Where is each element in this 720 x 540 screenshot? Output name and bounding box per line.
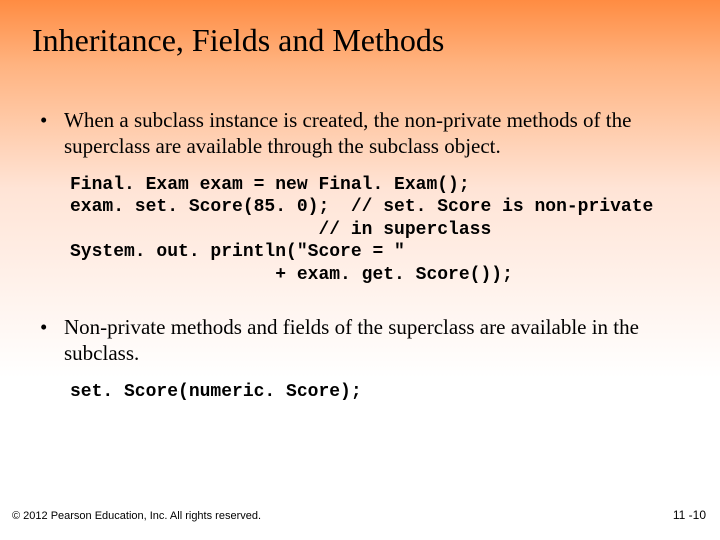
bullet-item: Non-private methods and fields of the su… (30, 314, 690, 367)
code-example-1: Final. Exam exam = new Final. Exam(); ex… (70, 174, 690, 287)
slide-title: Inheritance, Fields and Methods (32, 22, 690, 59)
code-example-2: set. Score(numeric. Score); (70, 381, 690, 404)
page-number: 11 -10 (673, 508, 706, 522)
content-list: When a subclass instance is created, the… (30, 107, 690, 160)
bullet-item: When a subclass instance is created, the… (30, 107, 690, 160)
copyright-text: © 2012 Pearson Education, Inc. All right… (12, 510, 261, 522)
content-list: Non-private methods and fields of the su… (30, 314, 690, 367)
